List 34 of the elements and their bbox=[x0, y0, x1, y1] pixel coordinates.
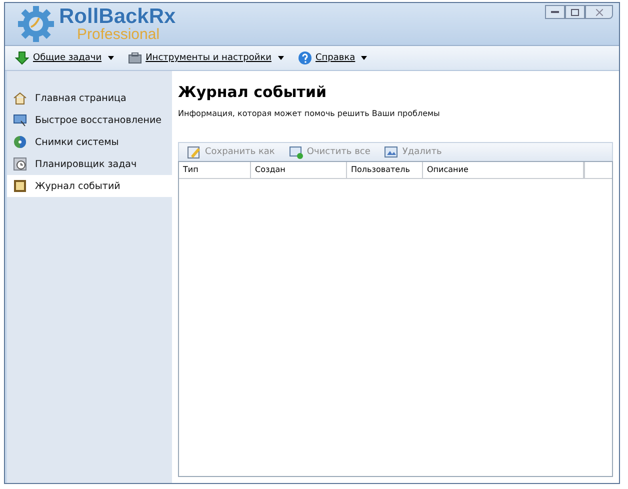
sidebar-item[interactable]: Быстрое восстановление bbox=[7, 109, 172, 131]
sidebar-item[interactable]: Журнал событий bbox=[7, 175, 172, 197]
help-icon bbox=[298, 51, 312, 65]
sidebar-item[interactable]: Планировщик задач bbox=[7, 153, 172, 175]
page-subtitle: Информация, которая может помочь решить Ваши проблемы bbox=[178, 109, 441, 118]
minimize-icon bbox=[551, 10, 559, 14]
column-header[interactable]: Пользователь bbox=[347, 162, 423, 178]
house-icon bbox=[13, 91, 27, 105]
sidebar-item[interactable]: Снимки системы bbox=[7, 131, 172, 153]
column-header[interactable]: Тип bbox=[179, 162, 251, 178]
maximize-icon bbox=[571, 8, 579, 16]
minimize-button[interactable] bbox=[545, 5, 565, 19]
toolbox-icon bbox=[128, 51, 142, 65]
gear-icon bbox=[17, 5, 55, 43]
window-plus-icon bbox=[288, 145, 303, 159]
logo-subtitle: Professional bbox=[76, 27, 161, 42]
image-icon bbox=[384, 145, 398, 159]
download-arrow-icon bbox=[15, 51, 29, 65]
column-header[interactable]: Описание bbox=[423, 162, 584, 178]
monitor-icon bbox=[13, 113, 27, 127]
logo-title: RollBackRx bbox=[59, 6, 176, 27]
page-title: Журнал событий bbox=[178, 83, 328, 101]
clock-icon bbox=[13, 157, 27, 171]
close-button[interactable] bbox=[585, 5, 613, 19]
menu-item[interactable]: Справка bbox=[298, 51, 368, 65]
column-header[interactable]: Создан bbox=[251, 162, 347, 178]
menu-item[interactable]: Общие задачи bbox=[15, 51, 114, 65]
pencil-icon bbox=[187, 145, 201, 159]
menu-item[interactable]: Инструменты и настройки bbox=[128, 51, 284, 65]
sidebar-item[interactable]: Главная страница bbox=[7, 87, 172, 109]
book-icon bbox=[13, 179, 27, 193]
disc-icon bbox=[13, 135, 27, 149]
maximize-button[interactable] bbox=[565, 5, 585, 19]
close-icon bbox=[596, 8, 602, 16]
